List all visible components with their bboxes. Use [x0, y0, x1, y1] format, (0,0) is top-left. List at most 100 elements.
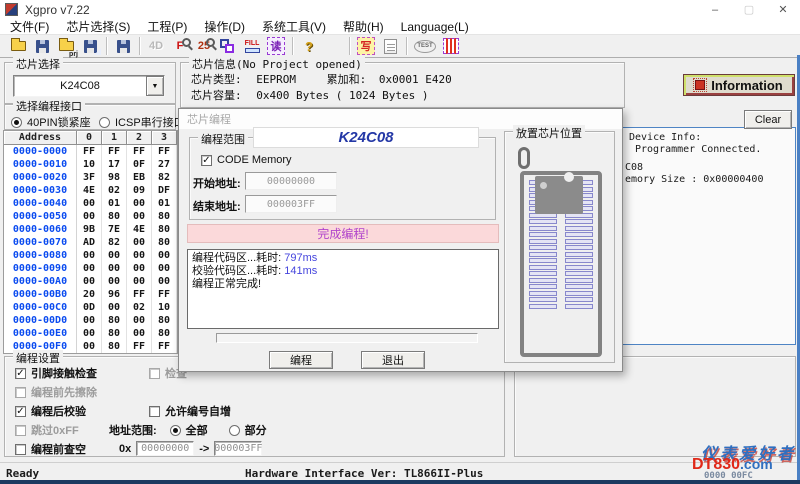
hex-cell[interactable]: 00 — [102, 275, 127, 288]
hex-cell[interactable]: 00 — [127, 275, 152, 288]
hex-cell[interactable]: 82 — [102, 236, 127, 249]
hex-cell[interactable]: 80 — [152, 236, 177, 249]
check-pin-detect[interactable]: ✓引脚接触检查 — [15, 365, 97, 381]
information-button[interactable]: Information — [683, 74, 795, 96]
hex-cell[interactable]: 00 — [127, 327, 152, 340]
hex-cell[interactable]: 00 — [77, 314, 102, 327]
hex-cell[interactable]: 4E — [77, 184, 102, 197]
hex-cell[interactable]: 00 — [77, 249, 102, 262]
program-button[interactable]: 编程 — [269, 351, 333, 369]
hex-cell[interactable]: 20 — [77, 288, 102, 301]
hex-cell[interactable]: 27 — [152, 158, 177, 171]
hex-cell[interactable]: FF — [152, 340, 177, 353]
hex-cell[interactable]: 17 — [102, 158, 127, 171]
table-row[interactable]: 0000-0070AD820080 — [4, 236, 177, 249]
hex-cell[interactable]: 00 — [102, 262, 127, 275]
radio-icon[interactable] — [99, 117, 110, 128]
hex-cell[interactable]: 00 — [102, 301, 127, 314]
checkbox-icon[interactable] — [149, 406, 160, 417]
table-row[interactable]: 0000-008000000000 — [4, 249, 177, 262]
radio-all-icon[interactable] — [170, 425, 181, 436]
table-row[interactable]: 0000-00203F98EB82 — [4, 171, 177, 184]
radio-icon[interactable] — [11, 117, 22, 128]
search-25-icon[interactable]: 25 — [192, 36, 216, 56]
table-row[interactable]: 0000-00B02096FFFF — [4, 288, 177, 301]
menu-select-ic[interactable]: 芯片选择(S) — [66, 18, 130, 35]
hex-cell[interactable]: 00 — [127, 210, 152, 223]
table-row[interactable]: 0000-001010170F27 — [4, 158, 177, 171]
hex-cell[interactable]: FF — [77, 145, 102, 158]
hex-cell[interactable]: 00 — [127, 249, 152, 262]
maximize-button[interactable]: ▢ — [732, 0, 766, 19]
menu-language[interactable]: Language(L) — [401, 20, 469, 34]
table-row[interactable]: 0000-00E000800080 — [4, 327, 177, 340]
hex-cell[interactable]: FF — [127, 145, 152, 158]
radio-part-icon[interactable] — [229, 425, 240, 436]
checkbox-icon[interactable] — [15, 444, 26, 455]
hex-cell[interactable]: 00 — [77, 210, 102, 223]
menu-device[interactable]: 操作(D) — [204, 18, 245, 35]
range-to-input[interactable]: 000003FF — [214, 441, 262, 456]
close-button[interactable]: ✕ — [766, 0, 800, 19]
hex-cell[interactable]: 0F — [127, 158, 152, 171]
copy-block-icon[interactable] — [216, 36, 240, 56]
save-file-icon[interactable] — [30, 36, 54, 56]
chevron-down-icon[interactable]: ▼ — [146, 76, 164, 96]
check-verify-after[interactable]: ✓编程后校验 — [15, 403, 86, 419]
check-auto-increment[interactable]: 允许编号自增 — [149, 403, 231, 419]
table-row[interactable]: 0000-00A000000000 — [4, 275, 177, 288]
range-from-input[interactable]: 00000000 — [136, 441, 194, 456]
table-row[interactable]: 0000-00609B7E4E80 — [4, 223, 177, 236]
hex-cell[interactable]: FF — [152, 288, 177, 301]
exit-button[interactable]: 退出 — [361, 351, 425, 369]
hex-cell[interactable]: 82 — [152, 171, 177, 184]
table-row[interactable]: 0000-0000FFFFFFFF — [4, 145, 177, 158]
hex-cell[interactable]: 3F — [77, 171, 102, 184]
table-row[interactable]: 0000-00304E0209DF — [4, 184, 177, 197]
code-memory-checkbox[interactable]: ✓ CODE Memory — [201, 154, 292, 166]
table-row[interactable]: 0000-00D000800080 — [4, 314, 177, 327]
hex-cell[interactable]: FF — [127, 288, 152, 301]
hex-cell[interactable]: 9B — [77, 223, 102, 236]
hex-cell[interactable]: 01 — [152, 197, 177, 210]
checkbox-checked-icon[interactable]: ✓ — [15, 368, 26, 379]
hex-cell[interactable]: 80 — [152, 223, 177, 236]
checkbox-checked-icon[interactable]: ✓ — [15, 406, 26, 417]
menu-project[interactable]: 工程(P) — [147, 18, 187, 35]
menu-file[interactable]: 文件(F) — [10, 18, 49, 35]
table-row[interactable]: 0000-005000800080 — [4, 210, 177, 223]
hex-cell[interactable]: 96 — [102, 288, 127, 301]
write-chip-icon[interactable]: 写 — [354, 36, 378, 56]
hex-cell[interactable]: 00 — [152, 262, 177, 275]
check-blank-check[interactable]: 编程前查空 — [15, 441, 86, 457]
hex-cell[interactable]: EB — [127, 171, 152, 184]
fill-ff-search-icon[interactable]: F — [168, 36, 192, 56]
hex-cell[interactable]: 00 — [102, 249, 127, 262]
read-chip-icon[interactable]: 读 — [264, 36, 288, 56]
hex-cell[interactable]: 00 — [77, 275, 102, 288]
hex-cell[interactable]: 80 — [152, 210, 177, 223]
hex-cell[interactable]: 80 — [102, 210, 127, 223]
hex-cell[interactable]: FF — [127, 340, 152, 353]
table-row[interactable]: 0000-004000010001 — [4, 197, 177, 210]
minimize-button[interactable]: – — [698, 0, 732, 19]
hex-cell[interactable]: 0D — [77, 301, 102, 314]
hex-cell[interactable]: 10 — [77, 158, 102, 171]
fill-block-icon[interactable]: FILL — [240, 36, 264, 56]
hex-cell[interactable]: 00 — [127, 262, 152, 275]
open-file-icon[interactable] — [6, 36, 30, 56]
help-icon[interactable]: ? — [297, 36, 321, 56]
test-icon[interactable]: TEST — [411, 36, 439, 56]
hex-cell[interactable]: 09 — [127, 184, 152, 197]
hex-cell[interactable]: 00 — [77, 327, 102, 340]
hex-cell[interactable]: 01 — [102, 197, 127, 210]
hex-cell[interactable]: 7E — [102, 223, 127, 236]
hex-cell[interactable]: 80 — [102, 327, 127, 340]
hex-cell[interactable]: 00 — [152, 275, 177, 288]
hex-cell[interactable]: 02 — [127, 301, 152, 314]
clear-button[interactable]: Clear — [744, 110, 792, 129]
hex-cell[interactable]: 80 — [102, 314, 127, 327]
hex-cell[interactable]: DF — [152, 184, 177, 197]
open-project-icon[interactable]: prj — [54, 36, 78, 56]
hex-cell[interactable]: 80 — [152, 314, 177, 327]
